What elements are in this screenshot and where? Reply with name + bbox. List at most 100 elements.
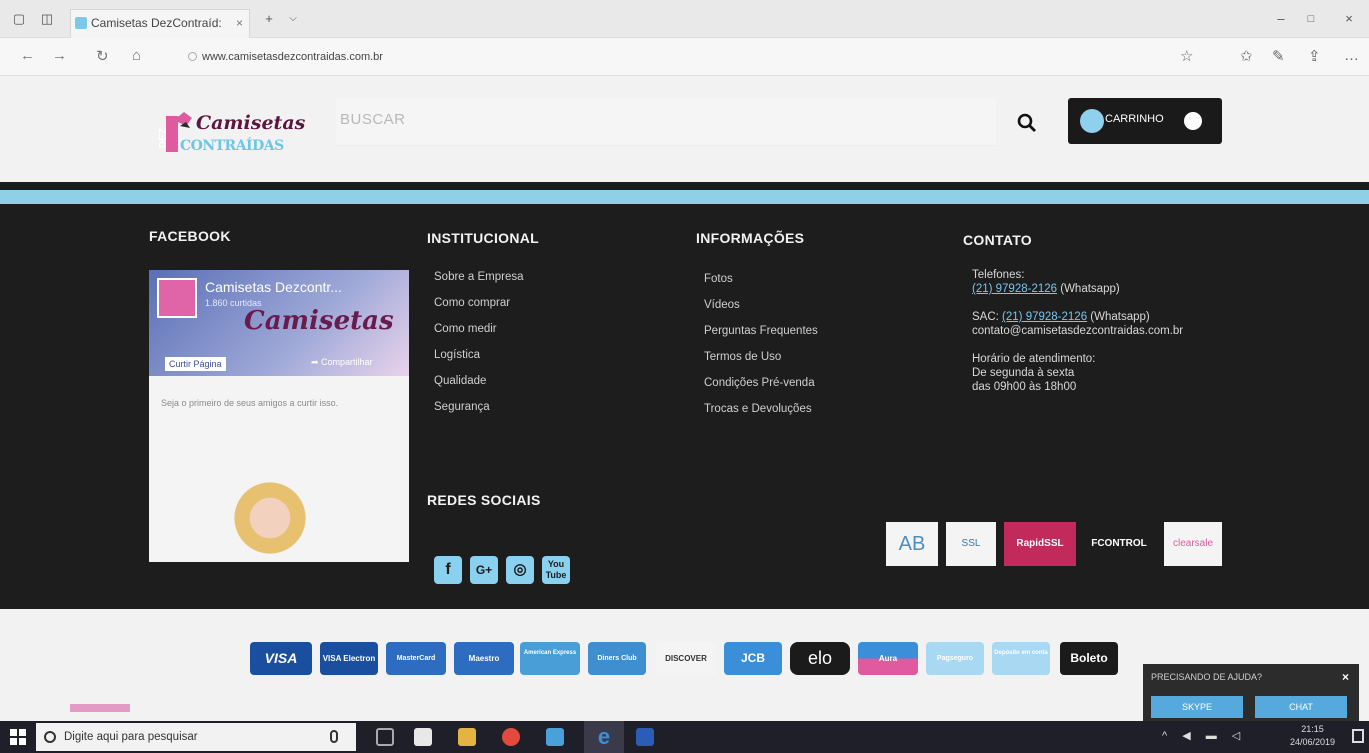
edge-browser-icon[interactable]: e — [584, 721, 624, 753]
store-app-icon[interactable] — [546, 728, 564, 746]
search-input[interactable]: BUSCAR — [336, 98, 996, 146]
payment-aura-label: Aura — [878, 654, 898, 663]
link-como-medir[interactable]: Como medir — [434, 316, 524, 342]
payment-pagseguro: Pagseguro — [926, 642, 984, 675]
seal-ssl[interactable]: SSL — [946, 522, 996, 566]
seal-rapidssl[interactable]: RapidSSL — [1004, 522, 1076, 566]
new-tab-icon[interactable]: + — [258, 0, 280, 38]
payment-maestro-label: Maestro — [468, 654, 500, 663]
link-qualidade[interactable]: Qualidade — [434, 368, 524, 394]
cart-button[interactable]: CARRINHO — [1068, 98, 1222, 144]
payment-elo-label: elo — [807, 648, 833, 668]
favorites-list-icon[interactable]: ✩ — [1240, 47, 1253, 65]
payment-mastercard-label: MasterCard — [396, 655, 436, 662]
instagram-icon[interactable]: ◎ — [506, 556, 534, 584]
clock-time: 21:15 — [1301, 724, 1324, 734]
share-icon[interactable]: ⇪ — [1308, 47, 1321, 65]
back-icon[interactable]: ← — [20, 47, 35, 64]
cortana-icon — [44, 731, 56, 743]
maximize-icon[interactable]: □ — [1300, 0, 1322, 38]
facebook-page-avatar — [157, 278, 197, 318]
notifications-icon[interactable] — [1352, 729, 1364, 743]
more-icon[interactable]: … — [1344, 47, 1359, 64]
taskbar-clock[interactable]: 21:15 24/06/2019 — [1290, 723, 1335, 749]
forward-icon[interactable]: → — [52, 47, 67, 64]
link-seguranca[interactable]: Segurança — [434, 394, 524, 420]
home-icon[interactable]: ⌂ — [132, 47, 141, 64]
link-logistica[interactable]: Logística — [434, 342, 524, 368]
seal-ab[interactable]: AB — [886, 522, 938, 566]
link-sobre-a-empresa[interactable]: Sobre a Empresa — [434, 264, 524, 290]
file-explorer-icon[interactable] — [458, 728, 476, 746]
facebook-like-page-button[interactable]: Curtir Página — [165, 357, 226, 371]
facebook-share-button[interactable]: ➦ Compartilhar — [311, 357, 373, 368]
chrome-icon[interactable] — [502, 728, 520, 746]
site-header: DEZ Camisetas CONTRAÍDAS BUSCAR CARRINHO — [0, 76, 1369, 182]
chat-label: CHAT — [1289, 702, 1313, 712]
task-view-icon[interactable] — [376, 728, 394, 746]
close-help-icon[interactable]: × — [1342, 670, 1349, 684]
taskbar-search-input[interactable]: Digite aqui para pesquisar — [36, 723, 356, 751]
skype-button[interactable]: SKYPE — [1151, 696, 1243, 718]
facebook-friends-text: Seja o primeiro de seus amigos a curtir … — [161, 398, 339, 408]
microphone-icon[interactable] — [330, 730, 338, 743]
seal-clearsale[interactable]: clearsale — [1164, 522, 1222, 566]
close-window-icon[interactable]: × — [1338, 0, 1360, 38]
facebook-page-widget[interactable]: Camisetas Dezcontr... 1.860 curtidas Cam… — [149, 270, 409, 562]
pen-icon[interactable]: ✎ — [1272, 47, 1285, 65]
payment-diners: Diners Club — [588, 642, 646, 675]
link-trocas-e-devolucoes[interactable]: Trocas e Devoluções — [704, 396, 818, 422]
hours-days: De segunda à sexta — [972, 367, 1075, 379]
browser-tab[interactable]: Camisetas DezContraíd: × — [70, 9, 250, 38]
refresh-icon[interactable]: ↻ — [96, 47, 109, 65]
hours-label: Horário de atendimento: — [972, 353, 1096, 365]
seal-clearsale-label: clearsale — [1172, 538, 1214, 549]
payment-jcb-label: JCB — [740, 651, 765, 665]
tabs-preview-icon[interactable]: ◫ — [36, 0, 58, 38]
link-condicoes-pre-venda[interactable]: Condições Pré-venda — [704, 370, 818, 396]
redes-sociais-heading: REDES SOCIAIS — [427, 492, 541, 508]
seal-fcontrol[interactable]: FCONTROL — [1084, 522, 1154, 566]
photos-app-icon[interactable] — [414, 728, 432, 746]
chevron-down-icon[interactable]: ⌵ — [282, 0, 304, 38]
close-tab-icon[interactable]: × — [236, 10, 243, 36]
url-text: www.camisetasdezcontraidas.com.br — [202, 51, 383, 63]
link-videos[interactable]: Vídeos — [704, 292, 818, 318]
chat-button[interactable]: CHAT — [1255, 696, 1347, 718]
favorite-star-icon[interactable]: ☆ — [1180, 47, 1193, 65]
cart-icon — [1080, 109, 1104, 133]
facebook-share-label: Compartilhar — [321, 357, 373, 367]
facebook-page-name[interactable]: Camisetas Dezcontr... — [205, 279, 342, 295]
link-termos-de-uso[interactable]: Termos de Uso — [704, 344, 818, 370]
institucional-links: Sobre a Empresa Como comprar Como medir … — [434, 264, 524, 420]
google-plus-icon[interactable]: G+ — [470, 556, 498, 584]
word-app-icon[interactable] — [636, 728, 654, 746]
windows-start-icon[interactable] — [10, 729, 26, 745]
url-field[interactable]: www.camisetasdezcontraidas.com.br — [186, 46, 1086, 68]
link-perguntas-frequentes[interactable]: Perguntas Frequentes — [704, 318, 818, 344]
facebook-heading: FACEBOOK — [149, 228, 231, 244]
minimize-icon[interactable]: – — [1270, 0, 1292, 38]
decorative-pink-bar — [70, 704, 130, 712]
cart-label: CARRINHO — [1105, 113, 1164, 125]
search-icon[interactable] — [1016, 112, 1038, 134]
phone-link[interactable]: (21) 97928-2126 — [972, 283, 1057, 295]
seal-rapidssl-label: RapidSSL — [1016, 538, 1064, 549]
payment-amex-label: American Express — [523, 650, 577, 656]
seal-fcontrol-label: FCONTROL — [1091, 538, 1147, 549]
tab-set-aside-icon[interactable]: ▢ — [8, 0, 30, 38]
sac-suffix: (Whatsapp) — [1090, 311, 1150, 323]
payment-deposito: Depósito em conta — [992, 642, 1050, 675]
cart-count-badge — [1184, 112, 1202, 130]
facebook-icon[interactable]: f — [434, 556, 462, 584]
link-fotos[interactable]: Fotos — [704, 266, 818, 292]
youtube-icon[interactable]: You Tube — [542, 556, 570, 584]
site-info-icon[interactable] — [188, 52, 197, 61]
link-como-comprar[interactable]: Como comprar — [434, 290, 524, 316]
logo-text-camisetas: Camisetas — [196, 112, 306, 134]
system-tray-icons[interactable]: ^ ◀ ▬ ◁ — [1162, 729, 1246, 742]
sac-phone-link[interactable]: (21) 97928-2126 — [1002, 311, 1087, 323]
sac-label: SAC: — [972, 311, 999, 323]
contact-email[interactable]: contato@camisetasdezcontraidas.com.br — [972, 324, 1183, 338]
site-logo[interactable]: DEZ Camisetas CONTRAÍDAS — [152, 98, 312, 158]
